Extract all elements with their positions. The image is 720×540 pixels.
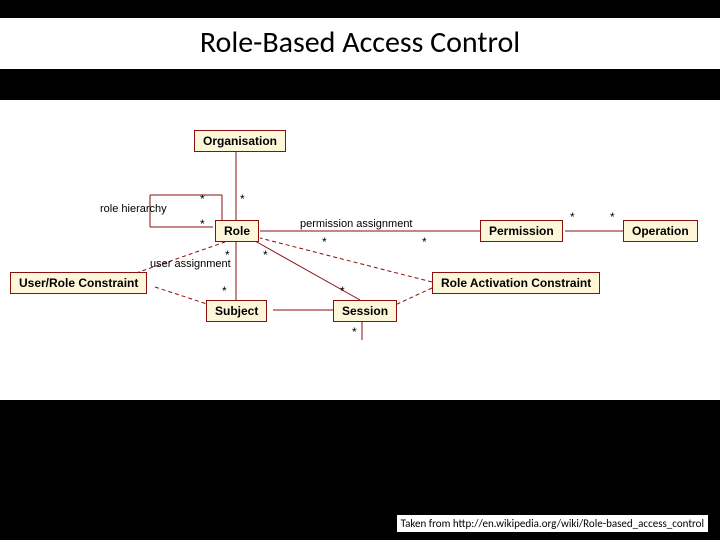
box-organisation: Organisation [194, 130, 286, 152]
box-subject: Subject [206, 300, 267, 322]
label-user-assignment: user assignment [150, 258, 231, 270]
box-role-activation-constraint: Role Activation Constraint [432, 272, 600, 294]
mult-role-subj-1: * [225, 248, 230, 262]
mult-sess-down: * [352, 325, 357, 339]
mult-role-perm-1: * [322, 235, 327, 249]
mult-hier-1: * [200, 192, 205, 206]
mult-role-subj-2: * [222, 284, 227, 298]
box-operation: Operation [623, 220, 698, 242]
connector-lines [0, 100, 720, 400]
box-session: Session [333, 300, 397, 322]
mult-perm-op-1: * [570, 210, 575, 224]
mult-role-perm-2: * [422, 235, 427, 249]
box-role: Role [215, 220, 259, 242]
slide: Role-Based Access Control [0, 0, 720, 540]
label-permission-assignment: permission assignment [300, 218, 413, 230]
mult-org-role: * [240, 192, 245, 206]
diagram-area: Organisation Role Permission Operation U… [0, 100, 720, 400]
mult-hier-2: * [200, 217, 205, 231]
box-permission: Permission [480, 220, 563, 242]
slide-title: Role-Based Access Control [0, 18, 720, 69]
mult-role-sess-2: * [340, 284, 345, 298]
mult-role-sess-1: * [263, 248, 268, 262]
box-user-role-constraint: User/Role Constraint [10, 272, 147, 294]
mult-perm-op-2: * [610, 210, 615, 224]
credit-text: Taken from http://en.wikipedia.org/wiki/… [397, 515, 708, 532]
label-role-hierarchy: role hierarchy [100, 203, 167, 215]
